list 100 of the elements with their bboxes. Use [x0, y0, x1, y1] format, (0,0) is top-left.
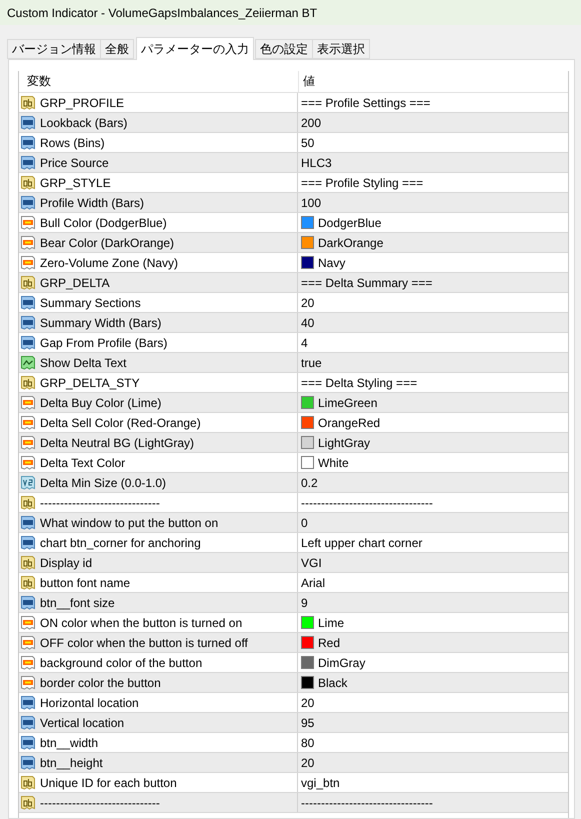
parameter-value[interactable]: 100 — [301, 196, 322, 210]
table-row[interactable]: Delta Min Size (0.0-1.0) 0.2 — [19, 473, 568, 493]
parameter-value[interactable]: Black — [318, 676, 348, 690]
parameter-value[interactable]: White — [318, 456, 349, 470]
parameter-name: Summary Sections — [40, 296, 141, 310]
ab-icon — [20, 774, 36, 790]
table-row[interactable]: ------------------------------ --------------------------------- — [19, 493, 568, 513]
table-row[interactable]: Bull Color (DodgerBlue) DodgerBlue — [19, 213, 568, 233]
tab[interactable]: パラメーターの入力 — [136, 37, 254, 60]
table-row[interactable]: Delta Neutral BG (LightGray) LightGray — [19, 433, 568, 453]
parameter-value[interactable]: --------------------------------- — [301, 496, 433, 510]
parameter-value[interactable]: Lime — [318, 616, 344, 630]
table-row[interactable]: Gap From Profile (Bars) 4 — [19, 333, 568, 353]
tab[interactable]: 表示選択 — [312, 39, 370, 59]
parameter-value[interactable]: --------------------------------- — [301, 796, 433, 810]
parameter-value[interactable]: 95 — [301, 716, 314, 730]
table-row[interactable]: OFF color when the button is turned off Red — [19, 633, 568, 653]
parameter-value[interactable]: === Delta Styling === — [301, 376, 418, 390]
parameter-value[interactable]: 200 — [301, 116, 322, 130]
parameter-name: GRP_STYLE — [40, 176, 111, 190]
table-row[interactable]: Lookback (Bars) 200 — [19, 113, 568, 133]
window-title: Custom Indicator - VolumeGapsImbalances_Zeiierman BT — [7, 6, 318, 20]
table-row[interactable]: What window to put the button on 0 — [19, 513, 568, 533]
parameter-value[interactable]: 20 — [301, 756, 314, 770]
table-row[interactable]: GRP_PROFILE === Profile Settings === — [19, 93, 568, 113]
table-row[interactable]: Bear Color (DarkOrange) DarkOrange — [19, 233, 568, 253]
table-row[interactable]: GRP_DELTA === Delta Summary === — [19, 273, 568, 293]
parameter-value[interactable]: 4 — [301, 336, 308, 350]
parameter-value[interactable]: true — [301, 356, 322, 370]
ab-icon — [20, 794, 36, 810]
table-row[interactable]: btn__height 20 — [19, 753, 568, 773]
parameter-value[interactable]: === Delta Summary === — [301, 276, 432, 290]
color-icon — [20, 434, 36, 450]
parameter-value[interactable]: Navy — [318, 256, 346, 270]
table-row[interactable]: Summary Width (Bars) 40 — [19, 313, 568, 333]
table-row[interactable]: btn__font size 9 — [19, 593, 568, 613]
table-row[interactable]: Zero-Volume Zone (Navy) Navy — [19, 253, 568, 273]
table-row[interactable]: Show Delta Text true — [19, 353, 568, 373]
parameter-name: btn__width — [40, 736, 98, 750]
parameter-value[interactable]: 40 — [301, 316, 314, 330]
parameter-value[interactable]: DarkOrange — [318, 236, 384, 250]
tab[interactable]: バージョン情報 — [7, 39, 101, 59]
parameter-value[interactable]: 9 — [301, 596, 308, 610]
parameter-value[interactable]: OrangeRed — [318, 416, 380, 430]
table-row[interactable]: Delta Buy Color (Lime) LimeGreen — [19, 393, 568, 413]
color-icon — [20, 654, 36, 670]
table-row[interactable]: Vertical location 95 — [19, 713, 568, 733]
parameter-name: What window to put the button on — [40, 516, 218, 530]
parameter-name: Delta Buy Color (Lime) — [40, 396, 162, 410]
parameter-value[interactable]: === Profile Styling === — [301, 176, 424, 190]
parameter-value[interactable]: DodgerBlue — [318, 216, 382, 230]
color-icon — [20, 394, 36, 410]
table-row[interactable]: Delta Text Color White — [19, 453, 568, 473]
tab[interactable]: 全般 — [100, 39, 134, 59]
table-row[interactable]: ------------------------------ --------------------------------- — [19, 793, 568, 813]
table-row[interactable]: Delta Sell Color (Red-Orange) OrangeRed — [19, 413, 568, 433]
parameter-name: chart btn_corner for anchoring — [40, 536, 201, 550]
parameter-value[interactable]: LimeGreen — [318, 396, 378, 410]
table-row[interactable]: Summary Sections 20 — [19, 293, 568, 313]
parameter-value[interactable]: vgi_btn — [301, 776, 340, 790]
parameter-value[interactable]: DimGray — [318, 656, 366, 670]
table-row[interactable]: button font name Arial — [19, 573, 568, 593]
parameter-value[interactable]: 20 — [301, 296, 314, 310]
parameter-value[interactable]: Left upper chart corner — [301, 536, 422, 550]
table-row[interactable]: GRP_STYLE === Profile Styling === — [19, 173, 568, 193]
table-row[interactable]: GRP_DELTA_STY === Delta Styling === — [19, 373, 568, 393]
parameter-value[interactable]: Red — [318, 636, 340, 650]
parameter-name: Delta Sell Color (Red-Orange) — [40, 416, 201, 430]
table-row[interactable]: border color the button Black — [19, 673, 568, 693]
column-header[interactable]: 変数 — [19, 71, 298, 92]
tab[interactable]: 色の設定 — [255, 39, 313, 59]
table-row[interactable]: Rows (Bins) 50 — [19, 133, 568, 153]
table-row[interactable]: ON color when the button is turned on Lime — [19, 613, 568, 633]
table-row[interactable]: btn__width 80 — [19, 733, 568, 753]
parameter-value[interactable]: Arial — [301, 576, 326, 590]
parameter-value[interactable]: HLC3 — [301, 156, 332, 170]
parameter-name: button font name — [40, 576, 130, 590]
parameter-name: Bear Color (DarkOrange) — [40, 236, 174, 250]
parameter-value[interactable]: 50 — [301, 136, 314, 150]
parameter-name: Summary Width (Bars) — [40, 316, 162, 330]
table-row[interactable]: Price Source HLC3 — [19, 153, 568, 173]
parameter-value[interactable]: 0.2 — [301, 476, 318, 490]
parameter-value[interactable]: === Profile Settings === — [301, 96, 430, 110]
table-row[interactable]: chart btn_corner for anchoring Left upper chart corner — [19, 533, 568, 553]
parameter-name: Delta Min Size (0.0-1.0) — [40, 476, 166, 490]
table-row[interactable]: Display id VGI — [19, 553, 568, 573]
parameter-value[interactable]: LightGray — [318, 436, 370, 450]
parameter-name: Display id — [40, 556, 92, 570]
parameter-value[interactable]: 0 — [301, 516, 308, 530]
color-icon — [20, 214, 36, 230]
decimal-icon — [20, 474, 36, 490]
table-row[interactable]: Horizontal location 20 — [19, 693, 568, 713]
column-header[interactable]: 値 — [298, 71, 568, 92]
table-row[interactable]: background color of the button DimGray — [19, 653, 568, 673]
parameter-value[interactable]: 80 — [301, 736, 314, 750]
parameter-value[interactable]: VGI — [301, 556, 322, 570]
parameter-value[interactable]: 20 — [301, 696, 314, 710]
table-row[interactable]: Profile Width (Bars) 100 — [19, 193, 568, 213]
table-row[interactable]: Unique ID for each button vgi_btn — [19, 773, 568, 793]
parameter-name: background color of the button — [40, 656, 202, 670]
